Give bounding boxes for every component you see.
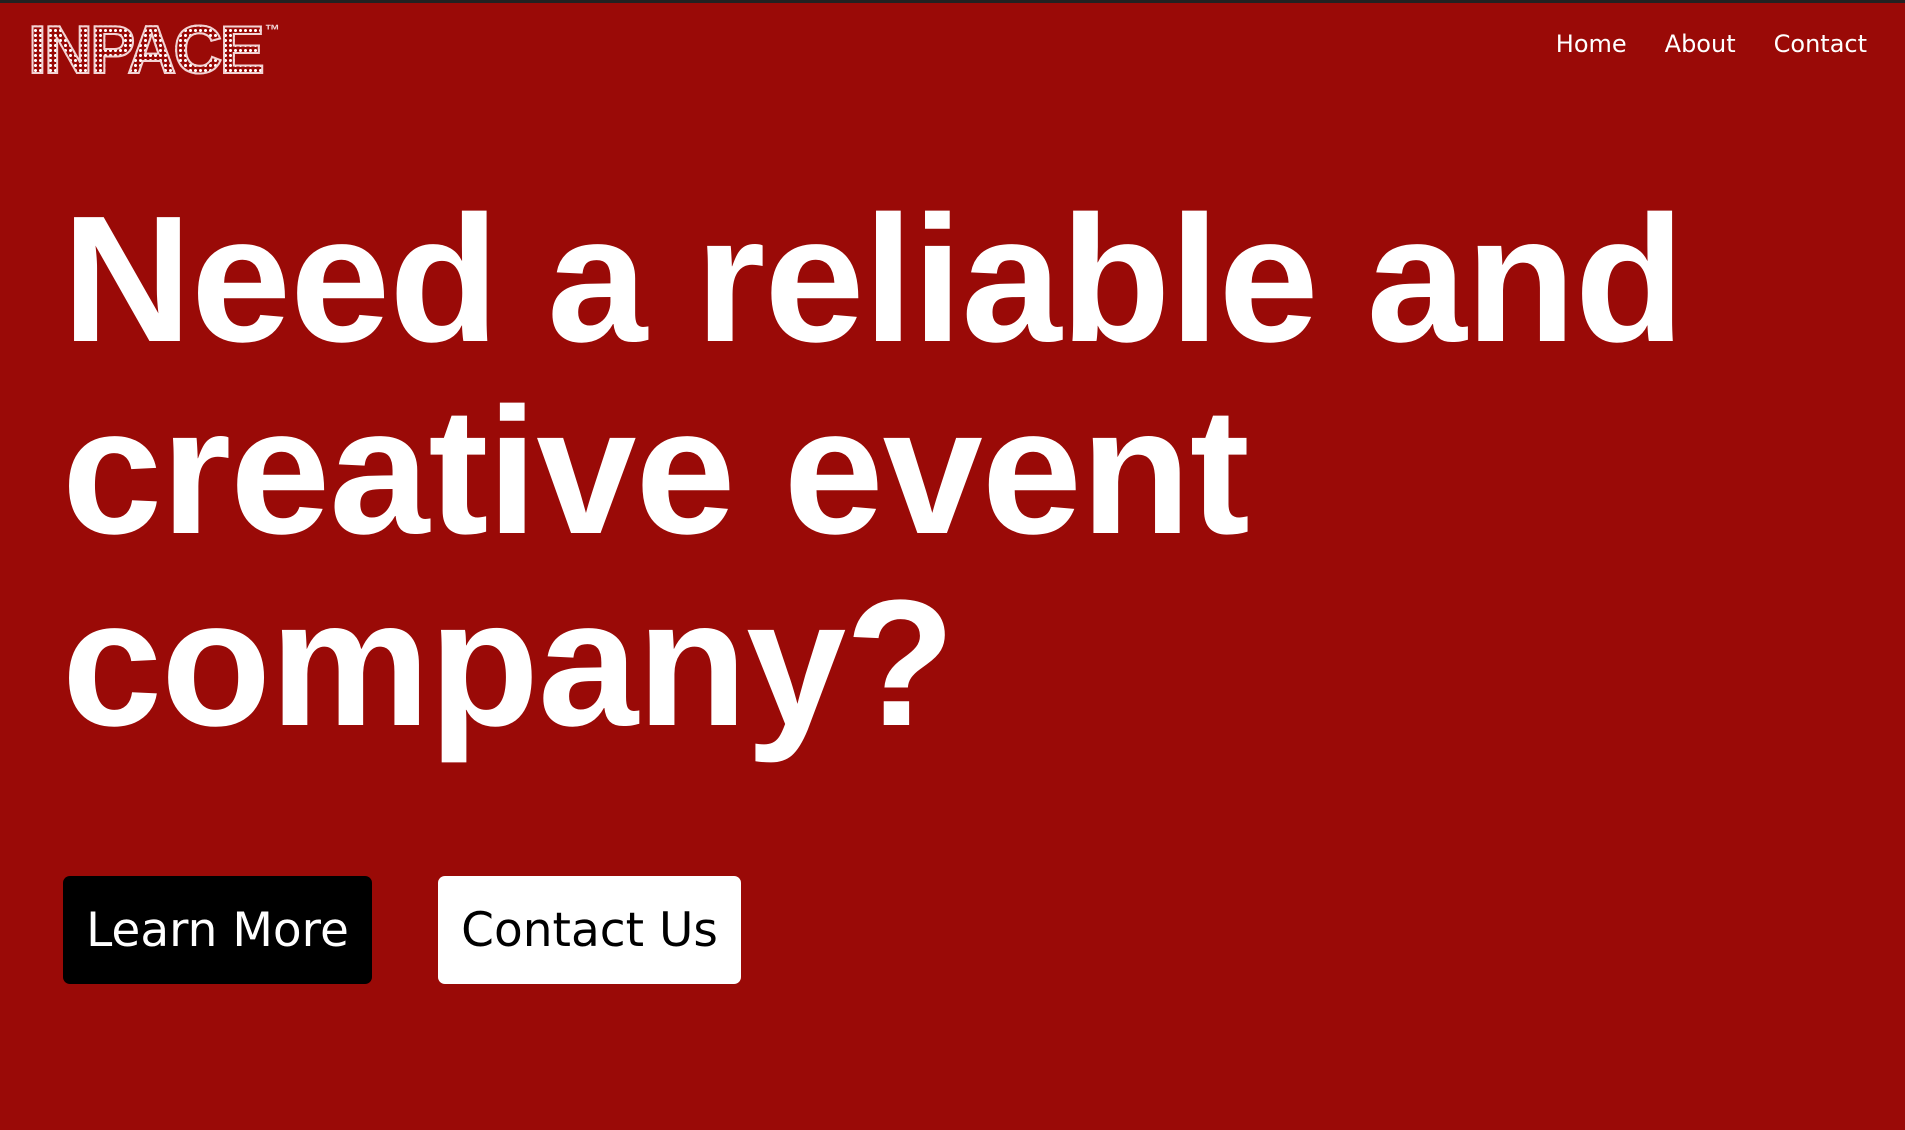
hero-headline: Need a reliable and creative event compa… [62, 179, 1685, 764]
top-border [0, 0, 1905, 3]
contact-us-button[interactable]: Contact Us [438, 876, 741, 984]
nav-link-home[interactable]: Home [1556, 30, 1627, 58]
site-logo[interactable]: INPACE ™ [27, 12, 280, 88]
logo-trademark: ™ [264, 22, 280, 39]
logo-wordmark: INPACE [27, 12, 266, 88]
main-nav: Home About Contact [1556, 30, 1867, 58]
nav-link-about[interactable]: About [1665, 30, 1736, 58]
nav-link-contact[interactable]: Contact [1774, 30, 1867, 58]
learn-more-button[interactable]: Learn More [63, 876, 372, 984]
